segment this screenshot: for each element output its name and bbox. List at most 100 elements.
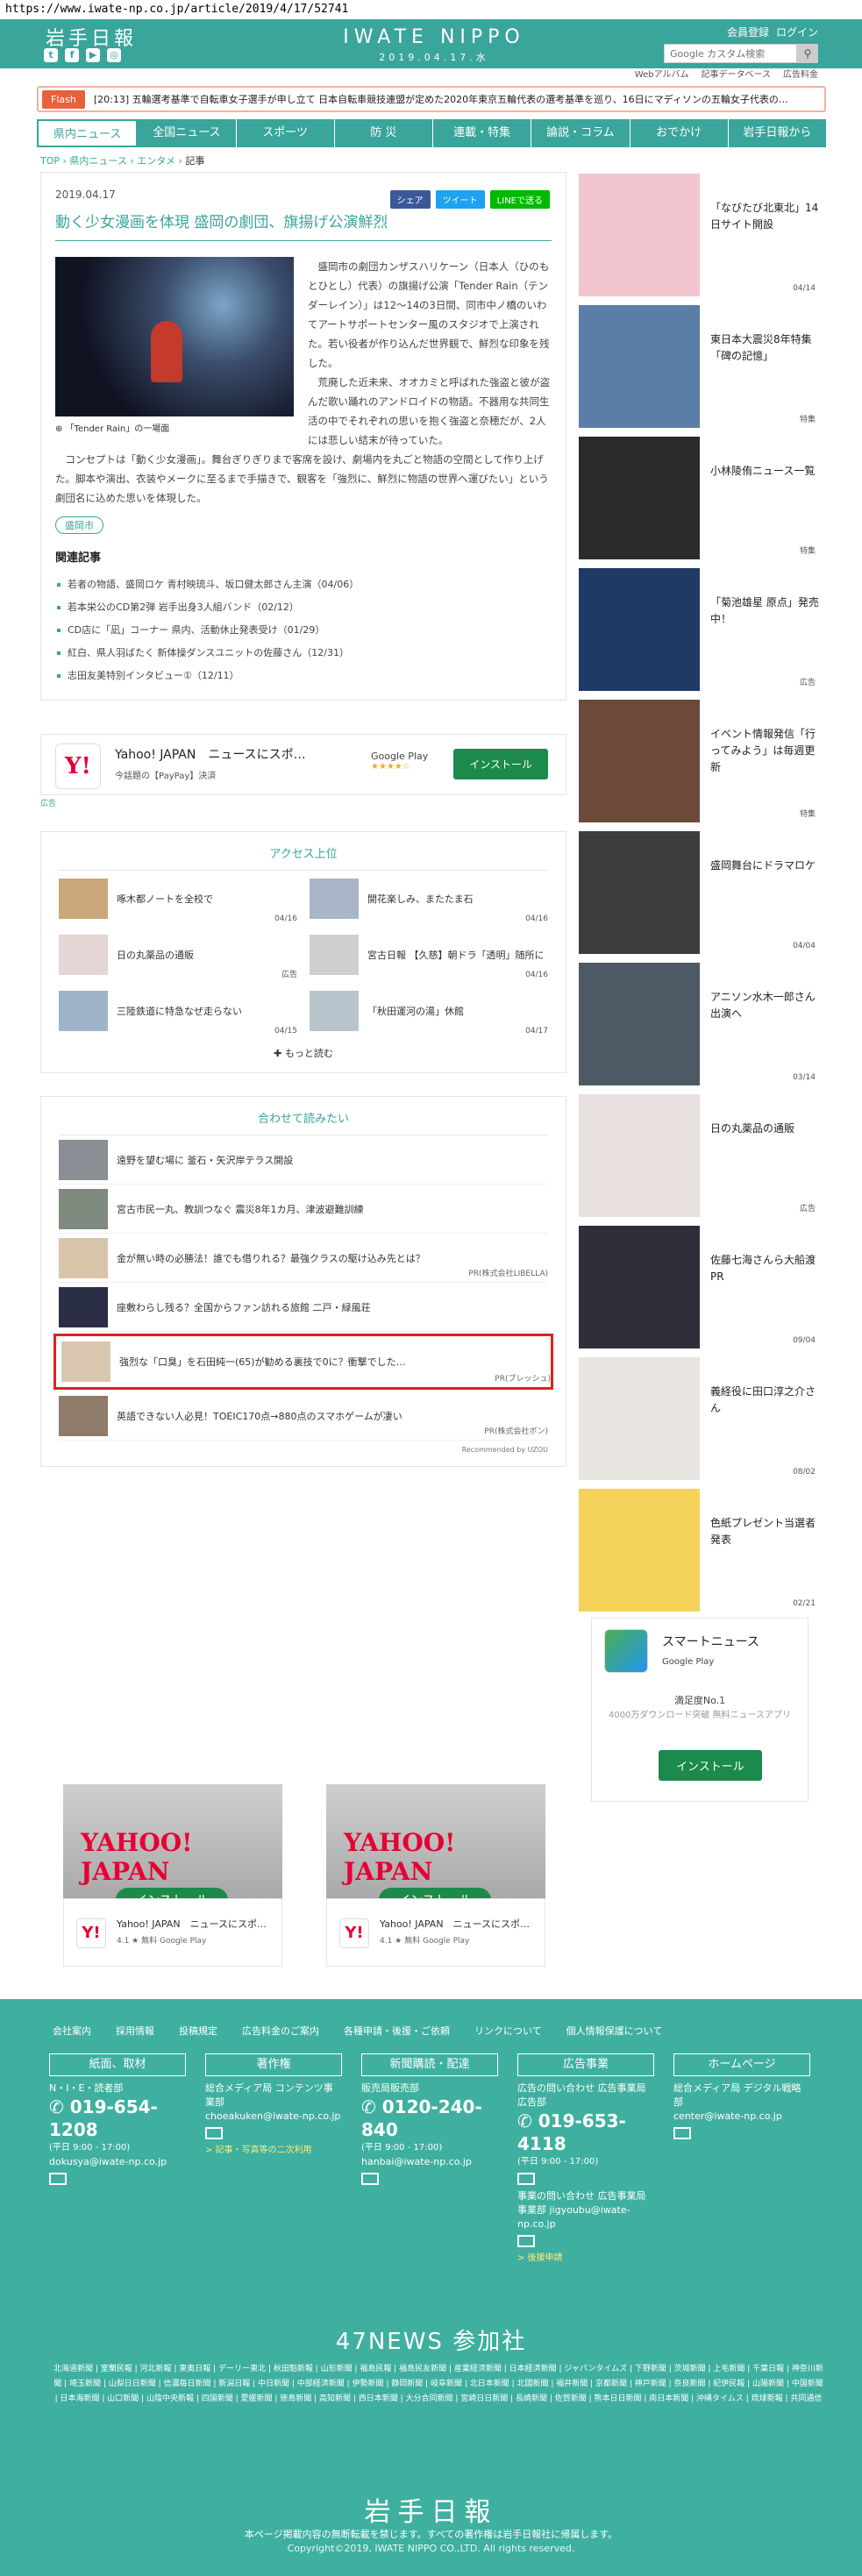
flash-text[interactable]: [20:13] 五輪選考基準で自転車女子選手が申し立て 日本自転車競技連盟が定め… (94, 92, 788, 106)
sponsor-link[interactable]: > 後援申請 (517, 2252, 654, 2266)
sidebar-card[interactable]: アニソン水木一郎さん出演へ 03/14 (579, 963, 821, 1094)
email[interactable]: choeakuken@iwate-np.co.jp (205, 2110, 342, 2124)
footer-link[interactable]: 各種申請・後援・ご依頼 (344, 2024, 450, 2038)
facebook-icon[interactable]: f (65, 48, 79, 62)
nav-sports[interactable]: スポーツ (237, 119, 335, 147)
email[interactable]: center@iwate-np.co.jp (673, 2110, 810, 2124)
line-share-button[interactable]: LINEで送る (489, 190, 550, 209)
ranking-item[interactable]: 宮古日報 【久慈】朝ドラ「透明」随所に 04/16 (310, 927, 548, 983)
install-button[interactable]: インストール (659, 1750, 762, 1781)
mail-icon[interactable] (517, 2235, 535, 2247)
ad-description: 満足度No.1 4000万ダウンロード突破 無料ニュースアプリ (608, 1695, 792, 1720)
mail-icon[interactable] (205, 2127, 223, 2139)
nav-disaster[interactable]: 防 災 (335, 119, 433, 147)
recommend-item-highlighted[interactable]: 強烈な「口臭」を石田純一(65)が勧める裏技で0に？衝撃でした… PR(ブレッシュ… (53, 1334, 553, 1390)
sidebar-card[interactable]: 「菊池雄星 原点」発売中！ 広告 (579, 568, 821, 700)
smartnews-ad[interactable]: スマートニュース Google Play 満足度No.1 4000万ダウンロード突… (591, 1618, 809, 1802)
album-link[interactable]: Webアルバム (635, 67, 689, 80)
article-tag[interactable]: 盛岡市 (55, 516, 103, 534)
youtube-icon[interactable]: ▶ (86, 48, 100, 62)
recommend-item[interactable]: 英語できない人必見！TOEIC170点→880点のスマホゲームが凄い PR(株式会… (59, 1391, 548, 1441)
footer-link[interactable]: 会社案内 (53, 2024, 91, 2038)
recommend-item[interactable]: 宮古市民一丸、教訓つなぐ 震災8年1カ月、津波避難訓練 (59, 1185, 548, 1234)
url-bar[interactable]: https://www.iwate-np.co.jp/article/2019/… (0, 0, 862, 19)
register-link[interactable]: 会員登録 (727, 25, 769, 39)
center-logo[interactable]: IWATE NIPPO 2019.04.17.水 (342, 26, 526, 64)
mail-icon[interactable] (49, 2173, 67, 2185)
col-heading[interactable]: 広告事業 (517, 2053, 654, 2076)
yahoo-app-ad[interactable]: Y! Yahoo! JAPAN ニュースにスポ… 今話題の【PayPay】決済 … (40, 734, 566, 795)
bottom-ad-right[interactable]: YAHOO! JAPANインストール Y!Yahoo! JAPAN ニュースにス… (326, 1784, 545, 1967)
email[interactable]: hanbai@iwate-np.co.jp (361, 2155, 498, 2169)
bottom-ad-left[interactable]: YAHOO! JAPANインストール Y!Yahoo! JAPAN ニュースにス… (63, 1784, 282, 1967)
breadcrumb-local[interactable]: 県内ニュース (69, 155, 126, 167)
nav-outing[interactable]: おでかけ (630, 119, 729, 147)
site-logo[interactable]: 岩手日報 (46, 23, 137, 51)
nav-national-news[interactable]: 全国ニュース (138, 119, 237, 147)
flash-ticker[interactable]: Flash [20:13] 五輪選考基準で自転車女子選手が申し立て 日本自転車競… (37, 86, 826, 112)
sidebar-card[interactable]: 義経役に田口淳之介さん 08/02 (579, 1357, 821, 1489)
article-photo[interactable]: ⊕ 「Tender Rain」の一場面 (55, 257, 294, 439)
facebook-share-button[interactable]: シェア (389, 190, 431, 209)
search-button[interactable]: ⚲ (797, 44, 818, 63)
email[interactable]: dokusya@iwate-np.co.jp (49, 2155, 186, 2169)
col-heading[interactable]: 著作権 (205, 2053, 342, 2076)
mail-icon[interactable] (517, 2173, 535, 2185)
recommend-item[interactable]: 座敷わらし残る？全国からファン訪れる旅館 二戸・緑風荘 (59, 1283, 548, 1332)
tweet-button[interactable]: ツイート (435, 190, 485, 209)
footer-link[interactable]: 個人情報保護について (566, 2024, 663, 2038)
related-item[interactable]: 志田友美特別インタビュー①（12/11） (55, 665, 552, 687)
footer-link[interactable]: 投稿規定 (179, 2024, 217, 2038)
sidebar-card[interactable]: イベント情報発信「行ってみよう」は毎週更新 特集 (579, 700, 821, 831)
sidebar-card[interactable]: 盛岡舞台にドラマロケ 04/04 (579, 831, 821, 963)
mail-icon[interactable] (673, 2127, 691, 2139)
col-heading[interactable]: ホームページ (673, 2053, 810, 2076)
mail-icon[interactable] (361, 2173, 379, 2185)
email[interactable]: 事業の問い合わせ 広告事業局事業部 jigyoubu@iwate-np.co.j… (517, 2189, 654, 2231)
search-input[interactable] (664, 44, 797, 63)
related-item[interactable]: CD店に「凪」コーナー 県内、活動休止発表受け（01/29） (55, 619, 552, 642)
phone-number[interactable]: ✆ 0120-240-840 (361, 2096, 498, 2141)
sidebar-card[interactable]: 日の丸薬品の通販 広告 (579, 1094, 821, 1226)
nav-opinion[interactable]: 論説・コラム (531, 119, 630, 147)
ranking-item[interactable]: 三陸鉄道に特急なぜ走らない 04/15 (59, 983, 297, 1039)
related-item[interactable]: 若本栄公のCD第2弾 岩手出身3人組バンド（02/12） (55, 596, 552, 619)
nav-local-news[interactable]: 県内ニュース (37, 119, 139, 147)
ranking-item[interactable]: 「秋田運河の湯」休館 04/17 (310, 983, 548, 1039)
col-heading[interactable]: 新聞購読・配達 (361, 2053, 498, 2076)
photo-image[interactable] (55, 257, 294, 416)
phone-number[interactable]: ✆ 019-654-1208 (49, 2096, 186, 2141)
secondary-use-link[interactable]: > 記事・写真等の二次利用 (205, 2144, 342, 2158)
sidebar-card[interactable]: 佐藤七海さんら大船渡PR 09/04 (579, 1226, 821, 1357)
nav-features[interactable]: 連載・特集 (433, 119, 532, 147)
col-heading[interactable]: 紙面、取材 (49, 2053, 186, 2076)
sidebar-card[interactable]: 東日本大震災8年特集「碑の記憶」 特集 (579, 305, 821, 437)
ad-rates-link[interactable]: 広告料金 (783, 67, 818, 80)
install-button[interactable]: インストール (453, 749, 548, 779)
instagram-icon[interactable]: ◎ (107, 48, 121, 62)
footer-link[interactable]: 採用情報 (116, 2024, 154, 2038)
footer-link[interactable]: 広告料金のご案内 (242, 2024, 319, 2038)
login-link[interactable]: ログイン (776, 25, 818, 39)
sidebar-card[interactable]: 「なびたび北東北」14日サイト開設 04/14 (579, 174, 821, 305)
more-link[interactable]: ✚ もっと読む (59, 1046, 548, 1060)
twitter-icon[interactable]: t (44, 48, 58, 62)
related-item[interactable]: 若者の物語、盛岡ロケ 青村映琉斗、坂口健太郎さん主演（04/06） (55, 573, 552, 596)
sidebar-card[interactable]: 小林陵侑ニュース一覧 特集 (579, 437, 821, 568)
member-papers[interactable]: 北海道新聞 | 室蘭民報 | 河北新報 | 東奥日報 | デーリー東北 | 秋田… (53, 2362, 824, 2407)
recommend-item[interactable]: 金が無い時の必勝法！誰でも借りれる？最強クラスの駆け込み先とは？ PR(株式会社L… (59, 1234, 548, 1283)
breadcrumb-top[interactable]: TOP (40, 155, 60, 167)
footer-link[interactable]: リンクについて (474, 2024, 542, 2038)
ranking-item[interactable]: 啄木都ノートを全校で 04/16 (59, 871, 297, 927)
related-item[interactable]: 紅白、県人羽ばたく 新体操ダンスユニットの佐藤さん（12/31） (55, 642, 552, 665)
article: 2019.04.17 シェア ツイート LINEで送る 動く少女漫画を体現 盛岡… (40, 172, 566, 701)
database-link[interactable]: 記事データベース (702, 67, 772, 80)
phone-number[interactable]: ✆ 019-653-4118 (517, 2110, 654, 2155)
sidebar-card[interactable]: 色紙プレゼント当選者発表 02/21 (579, 1489, 821, 1620)
ranking-item[interactable]: 開花楽しみ、またたま石 04/16 (310, 871, 548, 927)
ranking-item[interactable]: 日の丸薬品の通販 広告 (59, 927, 297, 983)
header-date: 2019.04.17.水 (379, 52, 489, 63)
recommend-item[interactable]: 遠野を望む場に 釜石・矢沢岸テラス開設 (59, 1135, 548, 1185)
nav-from-iwate-nippo[interactable]: 岩手日報から (729, 119, 826, 147)
breadcrumb-entertainment[interactable]: エンタメ (137, 155, 175, 167)
